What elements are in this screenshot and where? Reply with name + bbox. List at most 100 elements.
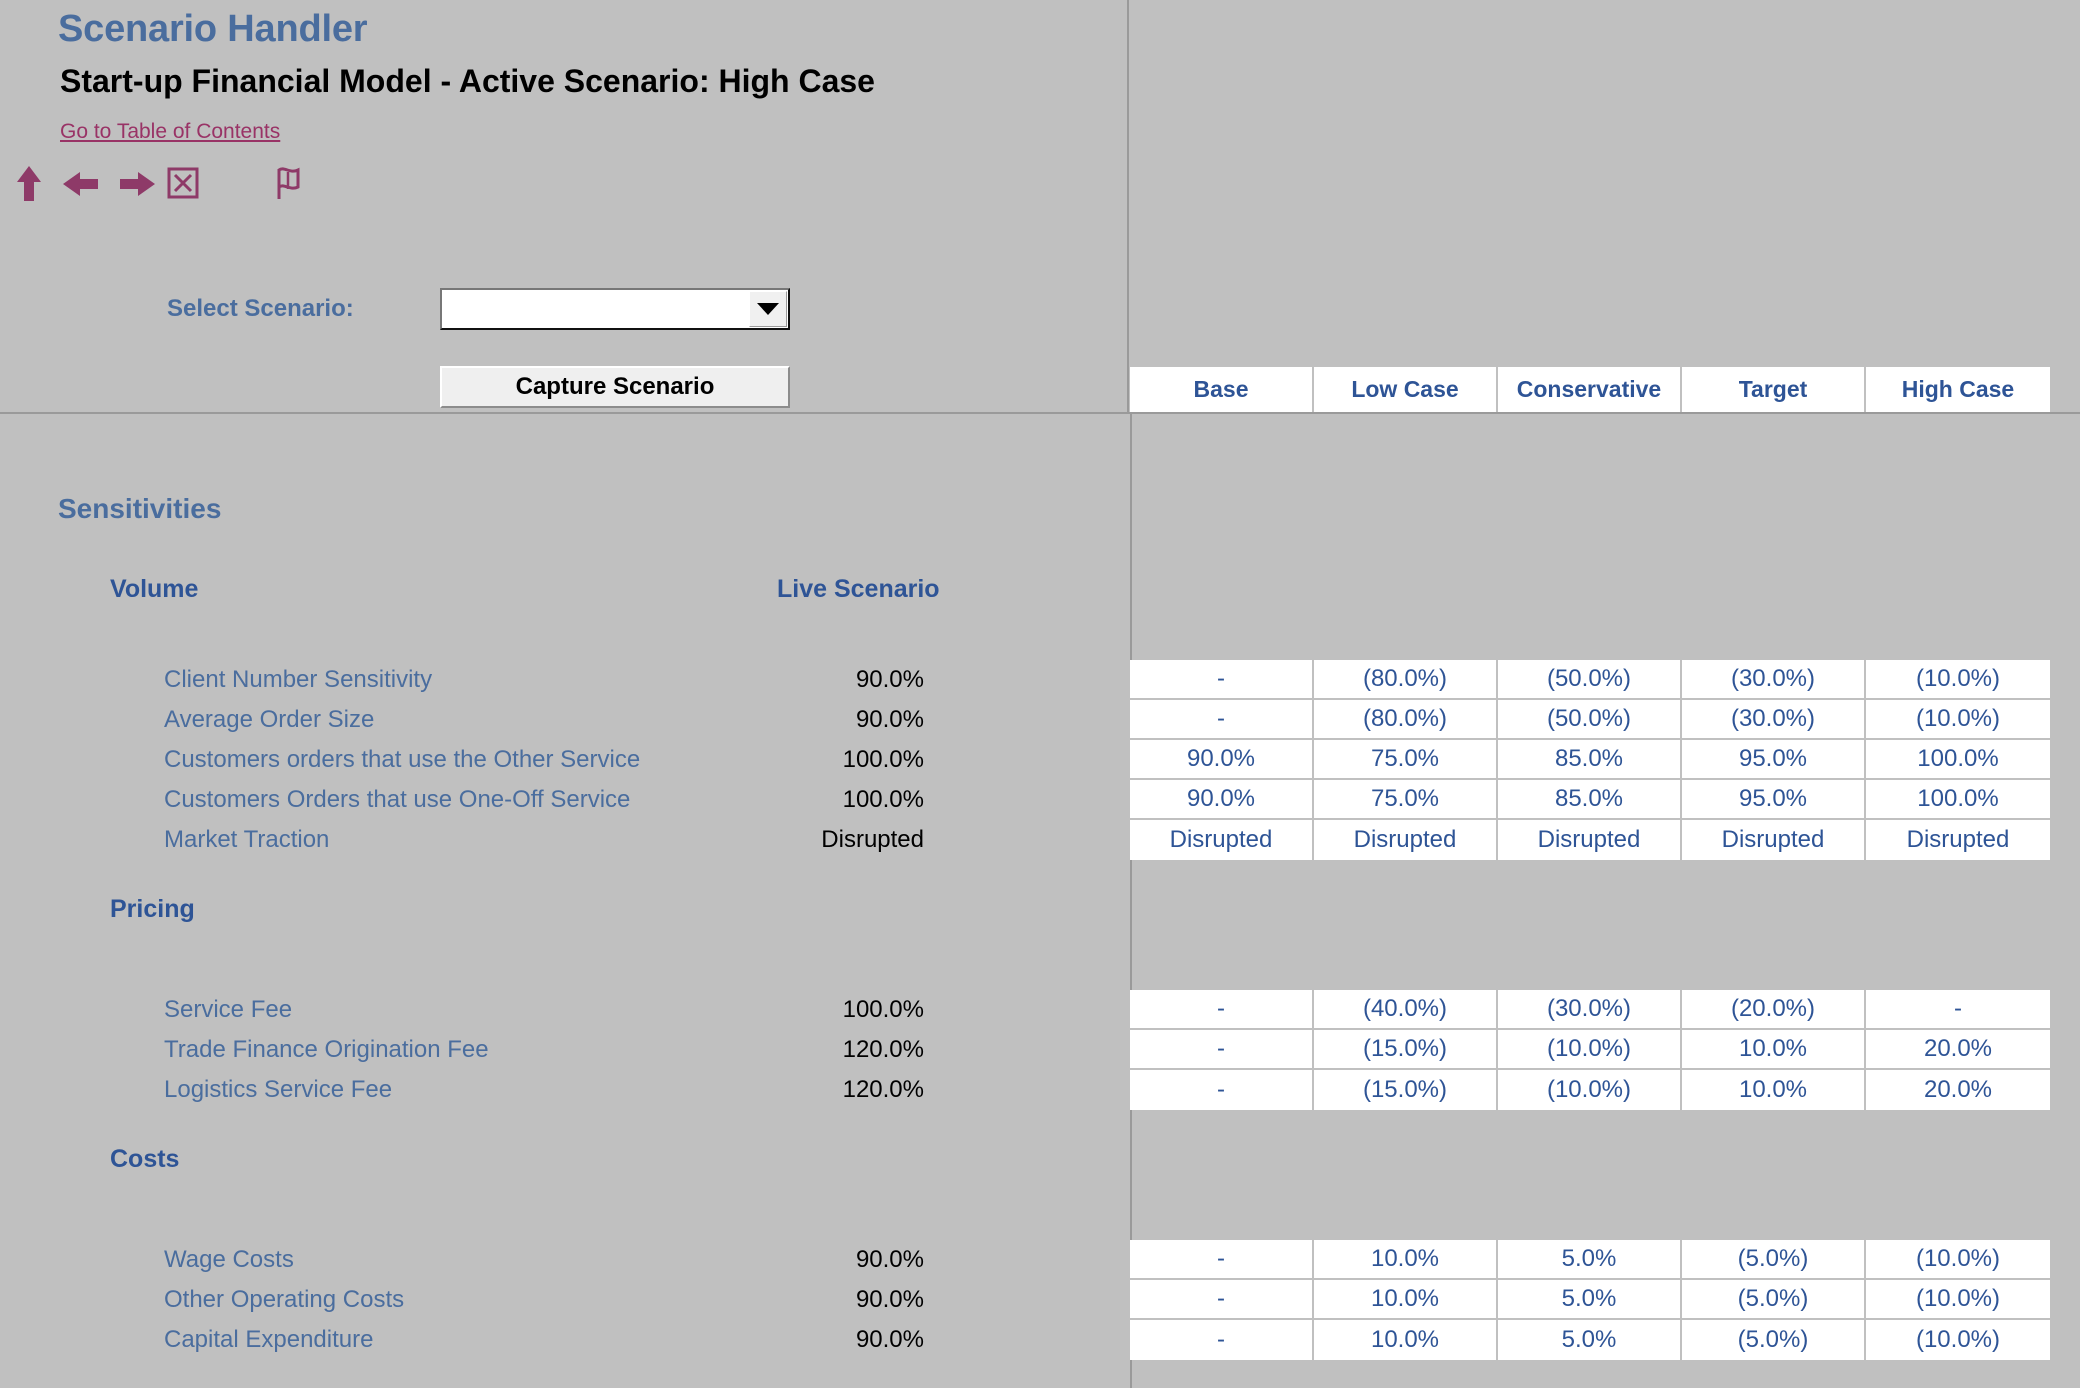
table-cell[interactable]: (15.0%) bbox=[1314, 1030, 1498, 1068]
table-cell[interactable]: (40.0%) bbox=[1314, 990, 1498, 1028]
table-cell[interactable]: 95.0% bbox=[1682, 780, 1866, 818]
table-cell[interactable]: (10.0%) bbox=[1866, 1280, 2050, 1318]
table-cell[interactable]: Disrupted bbox=[1314, 820, 1498, 860]
table-cell[interactable]: - bbox=[1130, 990, 1314, 1028]
table-cell[interactable]: (10.0%) bbox=[1866, 1320, 2050, 1360]
group-title: Volume bbox=[110, 575, 199, 603]
table-cell[interactable]: (10.0%) bbox=[1866, 1240, 2050, 1278]
table-cell[interactable]: 5.0% bbox=[1498, 1240, 1682, 1278]
table-row: - (40.0%) (30.0%) (20.0%) - bbox=[1130, 990, 2050, 1030]
table-cell[interactable]: - bbox=[1866, 990, 2050, 1028]
table-cell[interactable]: 75.0% bbox=[1314, 740, 1498, 778]
table-row: - (80.0%) (50.0%) (30.0%) (10.0%) bbox=[1130, 660, 2050, 700]
table-cell[interactable]: - bbox=[1130, 1240, 1314, 1278]
table-row: -10.0% 5.0% (5.0%) (10.0%) bbox=[1130, 1240, 2050, 1280]
table-cell[interactable]: Disrupted bbox=[1682, 820, 1866, 860]
table-cell[interactable]: 5.0% bbox=[1498, 1280, 1682, 1318]
sensitivity-row-label: Customers orders that use the Other Serv… bbox=[164, 746, 641, 773]
live-scenario-value: 90.0% bbox=[855, 706, 924, 733]
table-cell[interactable]: 20.0% bbox=[1866, 1070, 2050, 1110]
live-scenario-header: Live Scenario bbox=[777, 575, 940, 603]
table-cell[interactable]: 10.0% bbox=[1682, 1030, 1866, 1068]
column-header: Low Case bbox=[1314, 367, 1498, 412]
table-cell[interactable]: (30.0%) bbox=[1682, 660, 1866, 698]
document-subtitle: Start-up Financial Model - Active Scenar… bbox=[60, 63, 875, 99]
table-row: 90.0% 75.0% 85.0% 95.0% 100.0% bbox=[1130, 740, 2050, 780]
table-cell[interactable]: 10.0% bbox=[1314, 1320, 1498, 1360]
table-cell[interactable]: (10.0%) bbox=[1498, 1030, 1682, 1068]
live-scenario-value: 100.0% bbox=[842, 786, 924, 813]
table-cell[interactable]: 95.0% bbox=[1682, 740, 1866, 778]
table-cell[interactable]: (30.0%) bbox=[1682, 700, 1866, 738]
live-scenario-value: 90.0% bbox=[855, 1246, 924, 1273]
table-cell[interactable]: (5.0%) bbox=[1682, 1280, 1866, 1318]
select-scenario-label: Select Scenario: bbox=[167, 295, 354, 322]
table-cell[interactable]: (30.0%) bbox=[1498, 990, 1682, 1028]
table-cell[interactable]: (80.0%) bbox=[1314, 660, 1498, 698]
table-cell[interactable]: - bbox=[1130, 700, 1314, 738]
table-cell[interactable]: - bbox=[1130, 1030, 1314, 1068]
page-title: Scenario Handler bbox=[58, 8, 368, 50]
column-header: Base bbox=[1130, 367, 1314, 412]
scenario-data-block: -10.0% 5.0% (5.0%) (10.0%) -10.0% 5.0% (5.0%)(… bbox=[1130, 1240, 2050, 1360]
sensitivity-row-label: Trade Finance Origination Fee bbox=[164, 1036, 489, 1063]
table-cell[interactable]: Disrupted bbox=[1498, 820, 1682, 860]
table-of-contents-link[interactable]: Go to Table of Contents bbox=[60, 120, 280, 144]
boxed-x-icon[interactable] bbox=[166, 163, 202, 203]
up-arrow-icon[interactable] bbox=[14, 163, 50, 203]
sensitivity-row-label: Market Traction bbox=[164, 826, 330, 853]
table-cell[interactable]: - bbox=[1130, 1320, 1314, 1360]
table-cell[interactable]: (5.0%) bbox=[1682, 1320, 1866, 1360]
table-cell[interactable]: 10.0% bbox=[1314, 1280, 1498, 1318]
table-cell[interactable]: 75.0% bbox=[1314, 780, 1498, 818]
table-cell[interactable]: (10.0%) bbox=[1866, 660, 2050, 698]
table-cell[interactable]: 90.0% bbox=[1130, 780, 1314, 818]
capture-scenario-button[interactable]: Capture Scenario bbox=[440, 366, 790, 408]
table-cell[interactable]: Disrupted bbox=[1866, 820, 2050, 860]
group-title: Costs bbox=[110, 1145, 180, 1173]
table-cell[interactable]: 100.0% bbox=[1866, 780, 2050, 818]
table-cell[interactable]: 10.0% bbox=[1314, 1240, 1498, 1278]
right-arrow-icon[interactable] bbox=[118, 163, 155, 203]
live-scenario-value: 90.0% bbox=[855, 666, 924, 693]
table-cell[interactable]: (50.0%) bbox=[1498, 700, 1682, 738]
sensitivities-section-title: Sensitivities bbox=[58, 493, 222, 524]
scenario-select-dropdown[interactable] bbox=[440, 288, 790, 330]
table-cell[interactable]: - bbox=[1130, 660, 1314, 698]
left-arrow-icon[interactable] bbox=[60, 163, 98, 203]
table-cell[interactable]: (50.0%) bbox=[1498, 660, 1682, 698]
sensitivity-row-label: Wage Costs bbox=[164, 1246, 294, 1273]
table-row: - (15.0%) (10.0%) 10.0% 20.0% bbox=[1130, 1030, 2050, 1070]
table-cell[interactable]: (80.0%) bbox=[1314, 700, 1498, 738]
flag-icon[interactable] bbox=[272, 163, 308, 203]
table-row: - (80.0%) (50.0%) (30.0%) (10.0%) bbox=[1130, 700, 2050, 740]
table-cell[interactable]: (5.0%) bbox=[1682, 1240, 1866, 1278]
table-cell[interactable]: - bbox=[1130, 1070, 1314, 1110]
live-scenario-value: Disrupted bbox=[821, 826, 924, 853]
scenario-select-input[interactable] bbox=[446, 293, 742, 325]
table-cell[interactable]: - bbox=[1130, 1280, 1314, 1318]
sensitivity-row-label: Capital Expenditure bbox=[164, 1326, 374, 1353]
sensitivity-row-label: Client Number Sensitivity bbox=[164, 666, 433, 693]
table-cell[interactable]: 85.0% bbox=[1498, 780, 1682, 818]
table-cell[interactable]: 10.0% bbox=[1682, 1070, 1866, 1110]
sensitivity-row-label: Service Fee bbox=[164, 996, 293, 1023]
table-row: Disrupted Disrupted Disrupted Disrupted Disr… bbox=[1130, 820, 2050, 860]
scenario-handler-sheet: Scenario Handler Start-up Financial Mode… bbox=[0, 0, 2080, 1388]
table-cell[interactable]: (15.0%) bbox=[1314, 1070, 1498, 1110]
live-scenario-value: 90.0% bbox=[855, 1326, 924, 1353]
chevron-down-icon[interactable] bbox=[749, 291, 787, 327]
table-cell[interactable]: (20.0%) bbox=[1682, 990, 1866, 1028]
table-cell[interactable]: 5.0% bbox=[1498, 1320, 1682, 1360]
sensitivity-row-label: Average Order Size bbox=[164, 706, 375, 733]
scenario-columns-header: Base Low Case Conservative Target High Case bbox=[1130, 367, 2050, 412]
table-cell[interactable]: 85.0% bbox=[1498, 740, 1682, 778]
live-scenario-value: 100.0% bbox=[842, 996, 924, 1023]
table-cell[interactable]: 20.0% bbox=[1866, 1030, 2050, 1068]
live-scenario-value: 100.0% bbox=[842, 746, 924, 773]
table-cell[interactable]: (10.0%) bbox=[1866, 700, 2050, 738]
table-cell[interactable]: 90.0% bbox=[1130, 740, 1314, 778]
table-cell[interactable]: Disrupted bbox=[1130, 820, 1314, 860]
table-cell[interactable]: (10.0%) bbox=[1498, 1070, 1682, 1110]
table-cell[interactable]: 100.0% bbox=[1866, 740, 2050, 778]
